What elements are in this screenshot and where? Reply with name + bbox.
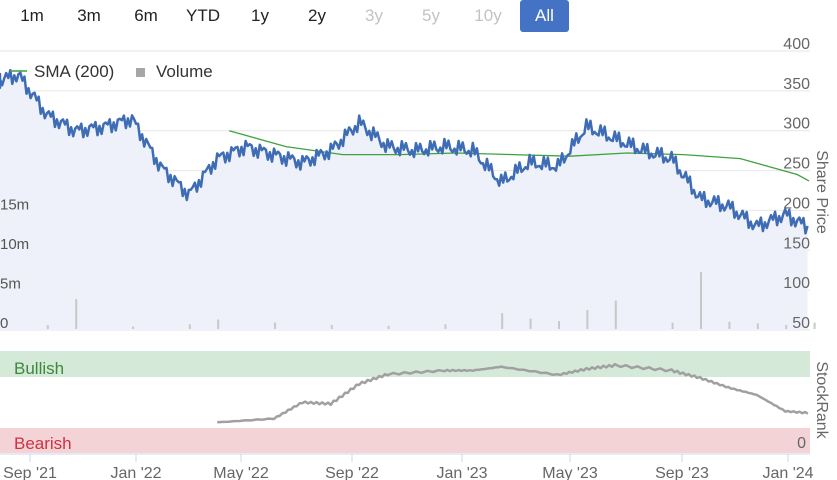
x-tick-label: Jan '22 [110,465,161,480]
volume-tick-label: 0 [0,315,8,332]
volume-bar [671,322,674,329]
volume-bar [46,325,49,329]
x-tick-label: Jan '24 [762,465,813,480]
volume-legend-swatch [136,68,145,77]
price-tick-label: 400 [783,36,810,53]
volume-tick-label: 10m [0,236,29,253]
bullish-label: Bullish [14,359,64,378]
volume-bar [614,300,617,329]
volume-legend-label[interactable]: Volume [156,62,213,81]
price-tick-label: 200 [783,195,810,212]
volume-bar [444,324,447,329]
volume-bar [188,324,191,329]
x-tick-label: Sep '23 [655,465,709,480]
volume-bar [756,323,759,329]
volume-bar [700,272,702,329]
volume-bar [274,322,276,329]
bearish-label: Bearish [14,434,72,453]
price-tick-label: 50 [792,315,810,332]
price-axis-title: Share Price [813,150,830,234]
price-tick-label: 300 [783,116,810,133]
volume-bar [529,318,532,329]
price-axis-ticks: 50 100 150 200 250 300 350 400 [783,36,810,332]
price-tick-label: 350 [783,76,810,93]
volume-bar [501,313,504,329]
volume-bar [813,322,816,329]
price-area-fill [0,70,808,330]
stockrank-zero-tick: 0 [797,435,806,452]
volume-bar [586,310,589,329]
volume-bar [728,321,731,329]
price-tick-label: 100 [783,275,810,292]
stock-chart: 50 100 150 200 250 300 350 400 0 5m 10m 15m Share … [0,36,830,480]
price-tick-label: 250 [783,156,810,173]
volume-bar [785,325,788,329]
volume-bar [387,325,390,329]
chart-legend: SMA (200) Volume [10,62,213,81]
volume-bar [217,319,220,329]
volume-tick-label: 5m [0,276,21,293]
x-tick-label: Sep '22 [325,465,379,480]
volume-bar [132,326,134,329]
x-axis-ticks: Sep '21 Jan '22 May '22 Sep '22 Jan '23 May '… [3,454,814,480]
x-tick-label: Sep '21 [3,465,57,480]
volume-bar [558,321,560,329]
bearish-band [0,428,810,453]
x-tick-label: May '23 [542,465,598,480]
volume-bar [75,298,78,329]
x-tick-label: Jan '23 [436,465,487,480]
stockrank-axis-title: StockRank [813,361,830,439]
volume-bar [330,325,333,329]
sma-legend-label[interactable]: SMA (200) [34,62,114,81]
x-tick-label: May '22 [213,465,269,480]
price-tick-label: 150 [783,235,810,252]
volume-tick-label: 15m [0,197,29,214]
